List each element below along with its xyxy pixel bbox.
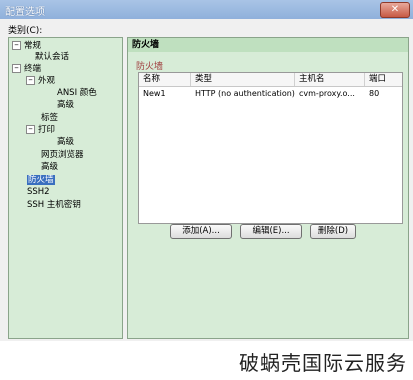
tree-item-web-browser[interactable]: 网页浏览器 [41,150,84,161]
cell-port: 80 [369,89,380,98]
section-title: 防火墙 [136,62,164,72]
collapse-icon[interactable]: − [26,76,35,85]
tree-item-label: 防火墙 [27,175,55,185]
column-header-name[interactable]: 名称 [139,73,191,86]
firewall-panel: 防火墙 防火墙 名称 类型 主机名 端口 New1 HTTP (no authe… [127,37,409,339]
cell-name: New1 [143,89,166,98]
delete-button[interactable]: 删除(D) [310,224,356,239]
tree-item-label: SSH2 [27,187,50,197]
options-dialog: 类别(C): − 常规 默认会话 − 终端 − 外观 ANSI 颜色 高级 标签 − 打… [0,19,413,341]
tree-item-label: SSH 主机密钥 [27,200,81,210]
tree-item-label: 标签 [41,113,59,123]
tree-item-appearance-advanced[interactable]: 高级 [57,100,74,111]
tree-item-default-session[interactable]: 默认会话 [35,52,69,63]
tree-item-firewall[interactable]: 防火墙 [27,175,55,186]
tree-item-tabs[interactable]: 标签 [41,113,58,124]
tree-item-general[interactable]: − 常规 [12,41,41,52]
tree-item-label: ANSI 颜色 [57,88,97,98]
close-icon: ✕ [390,4,400,15]
tree-item-label: 高级 [57,100,75,110]
column-header-port[interactable]: 端口 [365,73,402,86]
tree-item-label: 终端 [24,64,42,74]
column-header-type[interactable]: 类型 [191,73,295,86]
firewall-list[interactable]: 名称 类型 主机名 端口 New1 HTTP (no authenticatio… [138,72,403,224]
collapse-icon[interactable]: − [26,125,35,134]
close-button[interactable]: ✕ [380,2,410,18]
cell-type: HTTP (no authentication) [195,89,295,98]
tree-item-label: 打印 [38,125,56,135]
tree-item-ssh-host-keys[interactable]: SSH 主机密钥 [27,200,81,211]
table-row[interactable]: New1 HTTP (no authentication) cvm-proxy.… [139,87,402,100]
tree-item-ansi-colors[interactable]: ANSI 颜色 [57,88,97,99]
title-bar: 配置选项 ✕ [0,0,413,20]
category-tree[interactable]: − 常规 默认会话 − 终端 − 外观 ANSI 颜色 高级 标签 − 打印 高级 网页… [8,37,123,339]
tree-item-terminal-advanced[interactable]: 高级 [41,162,58,173]
collapse-icon[interactable]: − [12,64,21,73]
column-header-hostname[interactable]: 主机名 [295,73,365,86]
category-label: 类别(C): [8,26,43,36]
tree-item-ssh2[interactable]: SSH2 [27,187,50,198]
tree-item-label: 高级 [57,137,75,147]
panel-title: 防火墙 [128,38,408,52]
tree-item-terminal[interactable]: − 终端 [12,64,41,75]
tree-item-label: 外观 [38,76,56,86]
window-title: 配置选项 [5,7,45,18]
tree-item-appearance[interactable]: − 外观 [26,76,55,87]
tree-item-print-advanced[interactable]: 高级 [57,137,74,148]
cell-hostname: cvm-proxy.o... [299,89,355,98]
tree-item-label: 常规 [24,41,42,51]
tree-item-label: 默认会话 [35,52,70,62]
collapse-icon[interactable]: − [12,41,21,50]
watermark-text: 破蜗壳国际云服务 [239,351,407,375]
tree-item-print[interactable]: − 打印 [26,125,55,136]
tree-item-label: 网页浏览器 [41,150,84,160]
add-button[interactable]: 添加(A)... [170,224,232,239]
edit-button[interactable]: 编辑(E)... [240,224,302,239]
tree-item-label: 高级 [41,162,59,172]
table-header: 名称 类型 主机名 端口 [139,73,402,87]
